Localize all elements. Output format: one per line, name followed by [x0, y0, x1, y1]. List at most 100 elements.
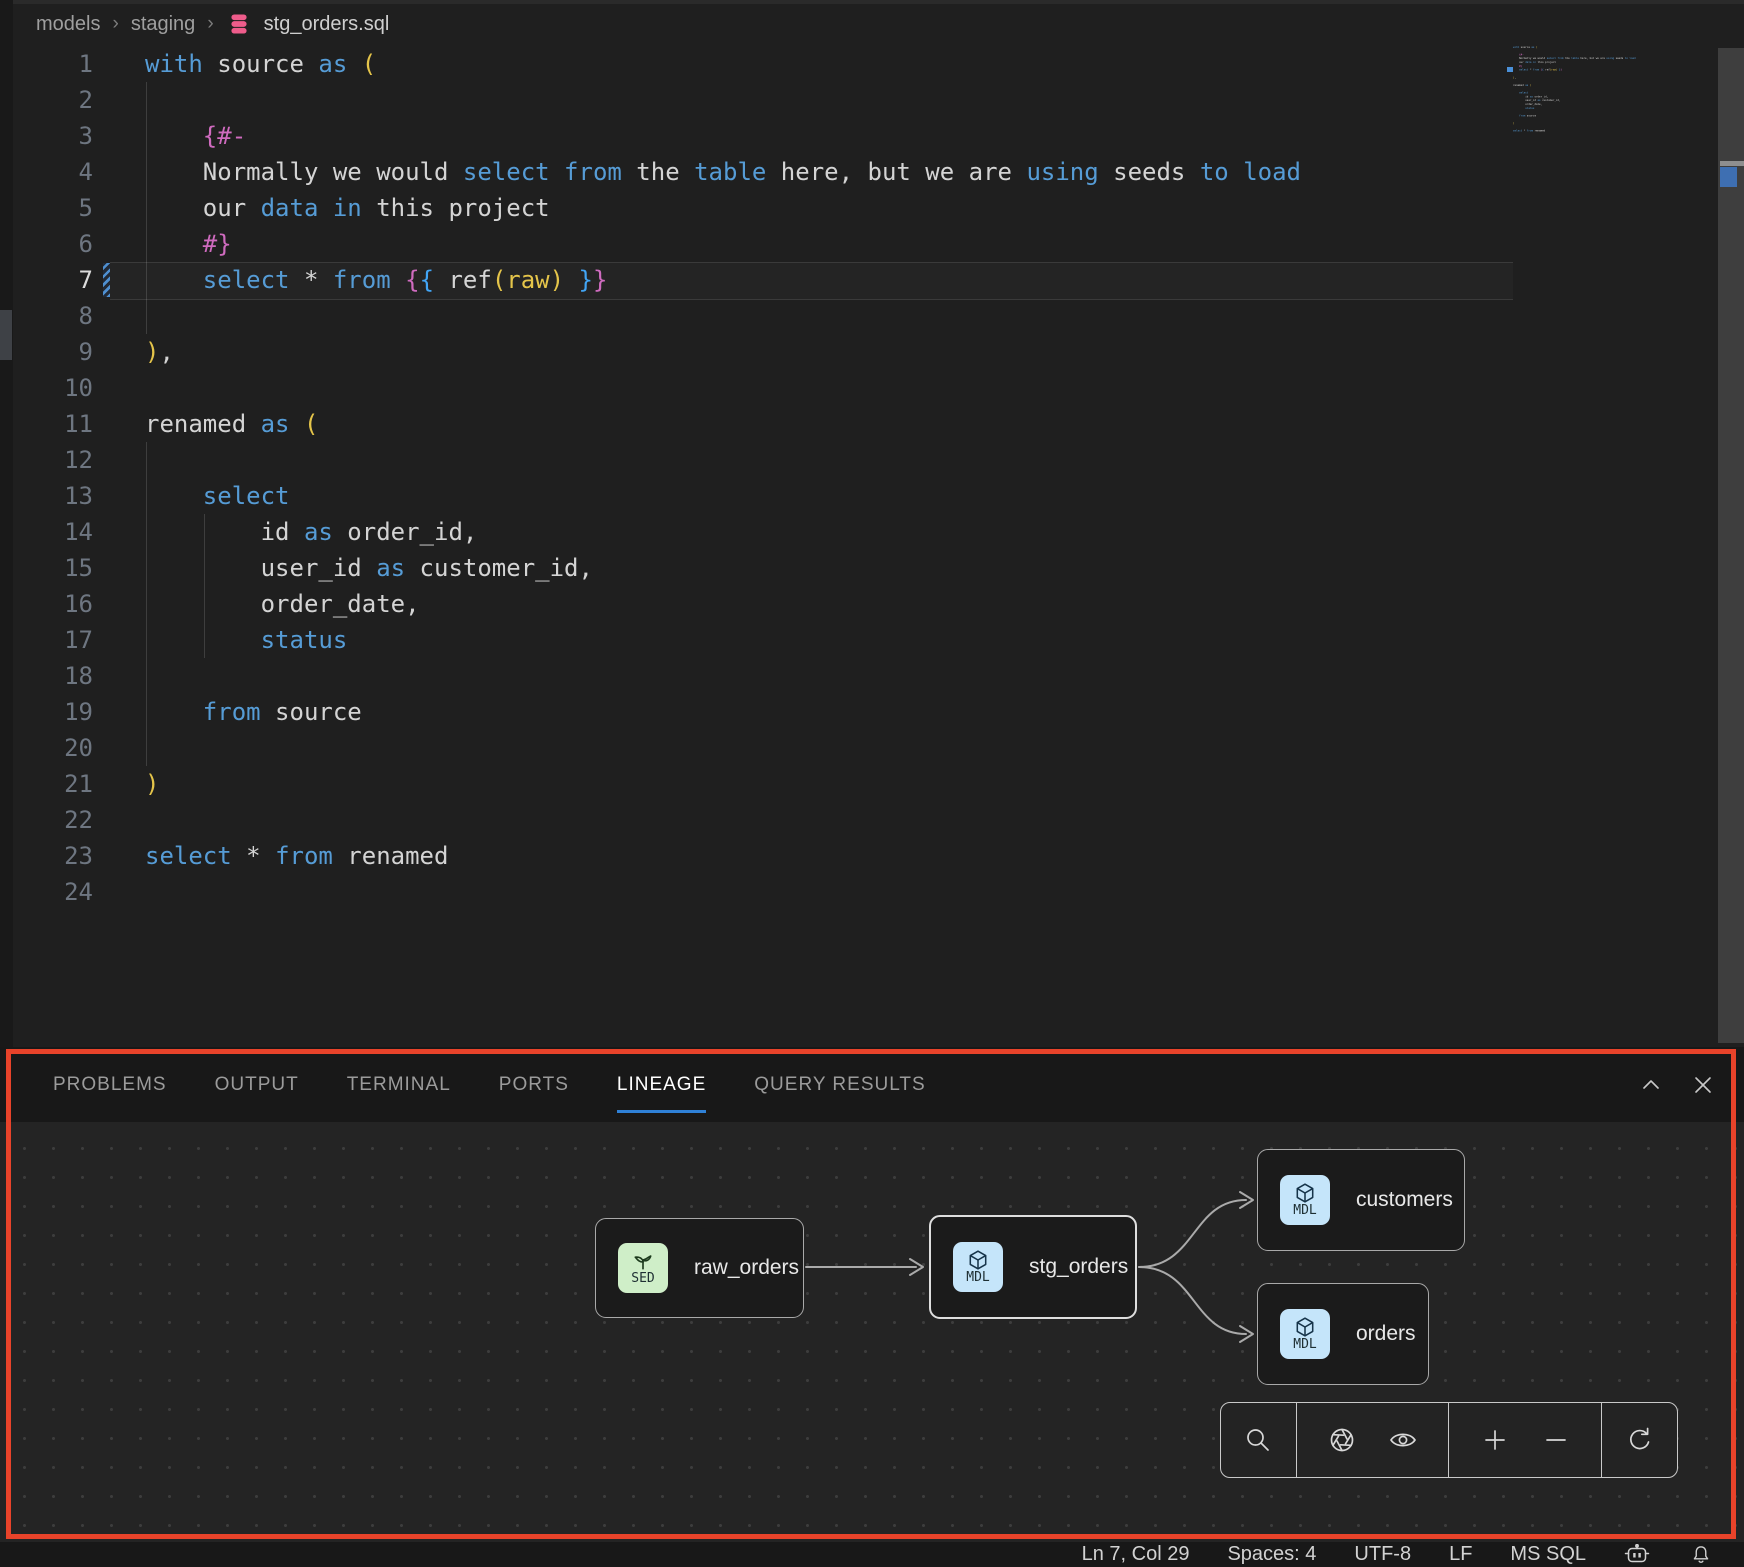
line-number-3: 3: [13, 118, 93, 154]
line-number-23: 23: [13, 838, 93, 874]
breadcrumb-file[interactable]: stg_orders.sql: [264, 13, 390, 36]
code-line-12: [145, 442, 1301, 478]
zoom-out-icon[interactable]: [1541, 1425, 1571, 1455]
line-number-22: 22: [13, 802, 93, 838]
refresh-icon[interactable]: [1625, 1425, 1655, 1455]
line-number-13: 13: [13, 478, 93, 514]
line-number-18: 18: [13, 658, 93, 694]
chevron-right-icon: ›: [112, 13, 118, 35]
lineage-toolbar: [1220, 1402, 1678, 1478]
line-number-19: 19: [13, 694, 93, 730]
bell-icon[interactable]: [1688, 1544, 1714, 1566]
line-number-14: 14: [13, 514, 93, 550]
line-number-16: 16: [13, 586, 93, 622]
status-item-utf-8[interactable]: UTF-8: [1354, 1543, 1411, 1566]
status-item-spaces-4[interactable]: Spaces: 4: [1227, 1543, 1316, 1566]
status-item-lf[interactable]: LF: [1449, 1543, 1472, 1566]
modified-line-marker: [103, 263, 110, 297]
code-line-22: [145, 802, 1301, 838]
node-label: orders: [1356, 1322, 1416, 1346]
line-number-15: 15: [13, 550, 93, 586]
line-number-7: 7: [13, 262, 93, 298]
minimap-modified-marker: [1507, 67, 1513, 72]
model-badge: MDL: [953, 1242, 1003, 1292]
code-line-14: id as order_id,: [145, 514, 1301, 550]
lineage-node-customers[interactable]: MDLcustomers: [1257, 1149, 1465, 1251]
status-item-ln-7-col-29[interactable]: Ln 7, Col 29: [1082, 1543, 1190, 1566]
lineage-node-raw_orders[interactable]: SEDraw_orders: [595, 1218, 804, 1318]
tab-problems[interactable]: PROBLEMS: [53, 1074, 167, 1096]
code-line-23: select * from renamed: [145, 838, 1301, 874]
status-bar: Ln 7, Col 29 Spaces: 4 UTF-8 LF MS SQL: [0, 1542, 1744, 1567]
line-number-20: 20: [13, 730, 93, 766]
model-cube-icon: [967, 1249, 989, 1271]
line-number-10: 10: [13, 370, 93, 406]
breadcrumb-item-models[interactable]: models: [36, 13, 100, 36]
line-number-21: 21: [13, 766, 93, 802]
tab-output[interactable]: OUTPUT: [215, 1074, 299, 1096]
side-scroll-thumb[interactable]: [0, 310, 12, 360]
code-line-19: from source: [145, 694, 1301, 730]
code-line-11: renamed as (: [145, 406, 1301, 442]
model-cube-icon: [1294, 1182, 1316, 1204]
badge-label: MDL: [1293, 1203, 1316, 1218]
line-number-4: 4: [13, 154, 93, 190]
code-line-16: order_date,: [145, 586, 1301, 622]
badge-label: MDL: [966, 1270, 989, 1285]
zoom-in-icon[interactable]: [1480, 1425, 1510, 1455]
model-cube-icon: [1294, 1316, 1316, 1338]
lineage-canvas[interactable]: [0, 1122, 1744, 1542]
line-number-9: 9: [13, 334, 93, 370]
lineage-node-stg_orders[interactable]: MDL stg_orders: [929, 1215, 1137, 1319]
line-number-11: 11: [13, 406, 93, 442]
breadcrumb: models › staging › stg_orders.sql: [36, 9, 389, 39]
code-line-5: our data in this project: [145, 190, 1301, 226]
code-line-15: user_id as customer_id,: [145, 550, 1301, 586]
copilot-robot-icon[interactable]: [1624, 1544, 1650, 1566]
database-icon: [226, 11, 252, 37]
code-line-7: select * from {{ ref(raw) }}: [145, 262, 1301, 298]
tab-query-results[interactable]: QUERY RESULTS: [754, 1074, 925, 1096]
code-line-8: [145, 298, 1301, 334]
minimap[interactable]: with source as ( {#- Normally we would s…: [1513, 45, 1718, 195]
aperture-icon[interactable]: [1327, 1425, 1357, 1455]
line-number-2: 2: [13, 82, 93, 118]
tab-lineage[interactable]: LINEAGE: [617, 1074, 706, 1096]
line-number-6: 6: [13, 226, 93, 262]
badge-label: MDL: [1293, 1337, 1316, 1352]
collapse-chevron-icon[interactable]: [1637, 1071, 1665, 1099]
breadcrumb-item-staging[interactable]: staging: [131, 13, 196, 36]
code-line-24: [145, 874, 1301, 910]
line-number-12: 12: [13, 442, 93, 478]
editor-scrollbar[interactable]: [1718, 48, 1744, 1043]
code-line-4: Normally we would select from the table …: [145, 154, 1301, 190]
tab-bar-edge: [13, 0, 1744, 4]
code-content[interactable]: with source as ( {#- Normally we would s…: [145, 46, 1301, 910]
overview-modified-marker: [1720, 167, 1737, 187]
eye-icon[interactable]: [1388, 1425, 1418, 1455]
node-label: stg_orders: [1029, 1255, 1128, 1279]
code-line-20: [145, 730, 1301, 766]
model-badge: MDL: [1280, 1309, 1330, 1359]
line-number-17: 17: [13, 622, 93, 658]
overview-ruler-mark: [1720, 161, 1744, 166]
tab-terminal[interactable]: TERMINAL: [347, 1074, 451, 1096]
lineage-node-orders[interactable]: MDL orders: [1257, 1283, 1429, 1385]
line-number-5: 5: [13, 190, 93, 226]
vscode-window: models › staging › stg_orders.sql 123456…: [0, 0, 1744, 1567]
line-number-1: 1: [13, 46, 93, 82]
line-number-gutter: 123456789101112131415161718192021222324: [13, 46, 93, 910]
status-item-ms-sql[interactable]: MS SQL: [1510, 1543, 1586, 1566]
tab-ports[interactable]: PORTS: [499, 1074, 569, 1096]
line-number-8: 8: [13, 298, 93, 334]
code-line-13: select: [145, 478, 1301, 514]
seed-sprout-icon: [632, 1250, 654, 1272]
search-icon[interactable]: [1243, 1425, 1273, 1455]
close-icon[interactable]: [1689, 1071, 1717, 1099]
panel-header: PROBLEMS OUTPUT TERMINAL PORTS LINEAGE QUERY …: [0, 1047, 1744, 1122]
badge-label: SED: [631, 1271, 654, 1286]
code-line-21: ): [145, 766, 1301, 802]
code-line-3: {#-: [145, 118, 1301, 154]
code-line-17: status: [145, 622, 1301, 658]
model-badge: MDL: [1280, 1175, 1330, 1225]
